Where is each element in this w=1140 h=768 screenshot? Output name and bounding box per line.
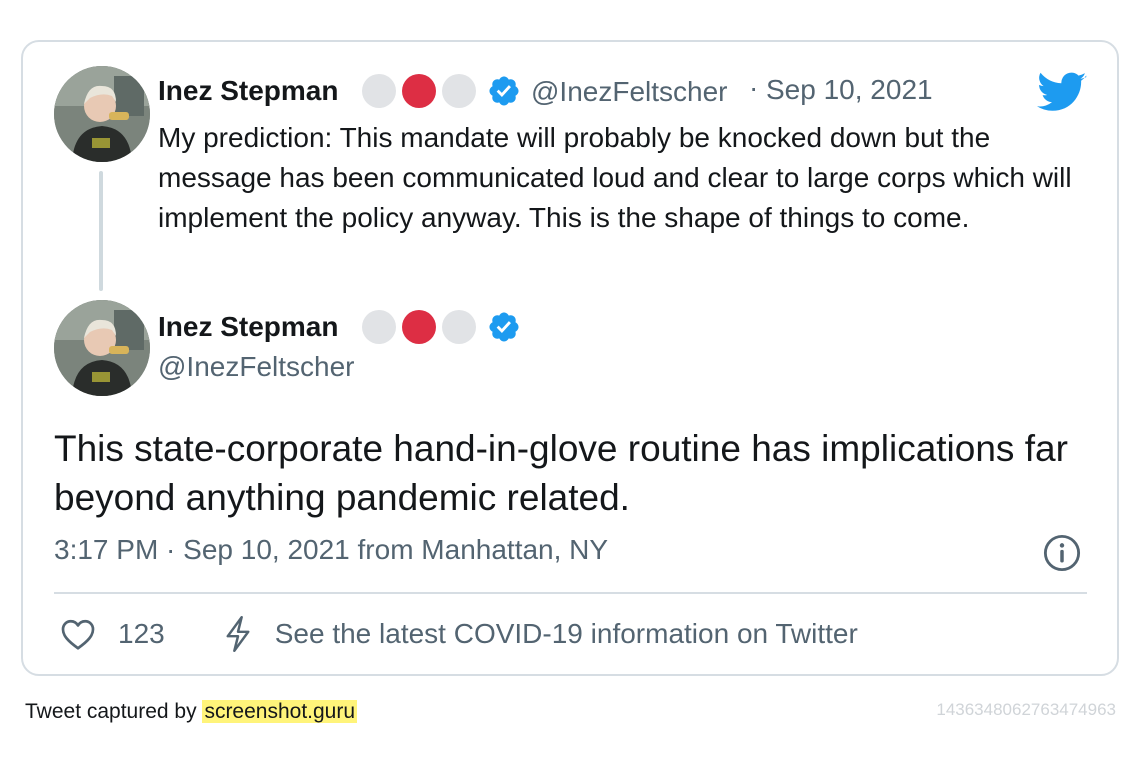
quoted-tweet-text: My prediction: This mandate will probabl… (158, 122, 1072, 233)
capture-credit-prefix: Tweet captured by (25, 700, 203, 723)
info-icon[interactable] (1043, 534, 1081, 572)
display-name[interactable]: Inez Stepman (158, 75, 338, 107)
screenshot-guru-link[interactable]: screenshot.guru (202, 700, 358, 723)
heart-icon[interactable] (60, 617, 96, 651)
username-handle[interactable]: @InezFeltscher (158, 351, 355, 383)
covid-info-link[interactable]: See the latest COVID-19 information on T… (275, 618, 858, 650)
name-emoji-circles (362, 74, 476, 108)
verified-badge-icon (489, 76, 519, 106)
red-circle-icon (402, 310, 436, 344)
tweet-text: This state-corporate hand-in-glove routi… (54, 428, 1068, 518)
date-separator: · (749, 72, 759, 103)
tweet-date[interactable]: Sep 10, 2021 (766, 74, 933, 106)
capture-credit: Tweet captured by screenshot.guru (25, 700, 358, 724)
twitter-bird-icon[interactable] (1037, 72, 1087, 114)
red-circle-icon (402, 74, 436, 108)
tweet-timestamp-location[interactable]: 3:17 PM · Sep 10, 2021 from Manhattan, N… (54, 534, 608, 566)
tweet-id: 1436348062763474963 (936, 700, 1116, 719)
thread-line (99, 171, 103, 291)
tweet-actions: 123 See the latest COVID-19 information … (60, 614, 858, 654)
white-circle-icon (362, 310, 396, 344)
verified-badge-icon (489, 312, 519, 342)
name-emoji-circles (362, 310, 476, 344)
avatar[interactable] (54, 300, 150, 396)
avatar[interactable] (54, 66, 150, 162)
display-name[interactable]: Inez Stepman (158, 311, 338, 343)
like-count[interactable]: 123 (118, 618, 165, 650)
divider (54, 592, 1087, 594)
white-circle-icon (442, 74, 476, 108)
white-circle-icon (442, 310, 476, 344)
white-circle-icon (362, 74, 396, 108)
lightning-bolt-icon[interactable] (223, 615, 253, 653)
username-handle[interactable]: @InezFeltscher (531, 76, 728, 108)
